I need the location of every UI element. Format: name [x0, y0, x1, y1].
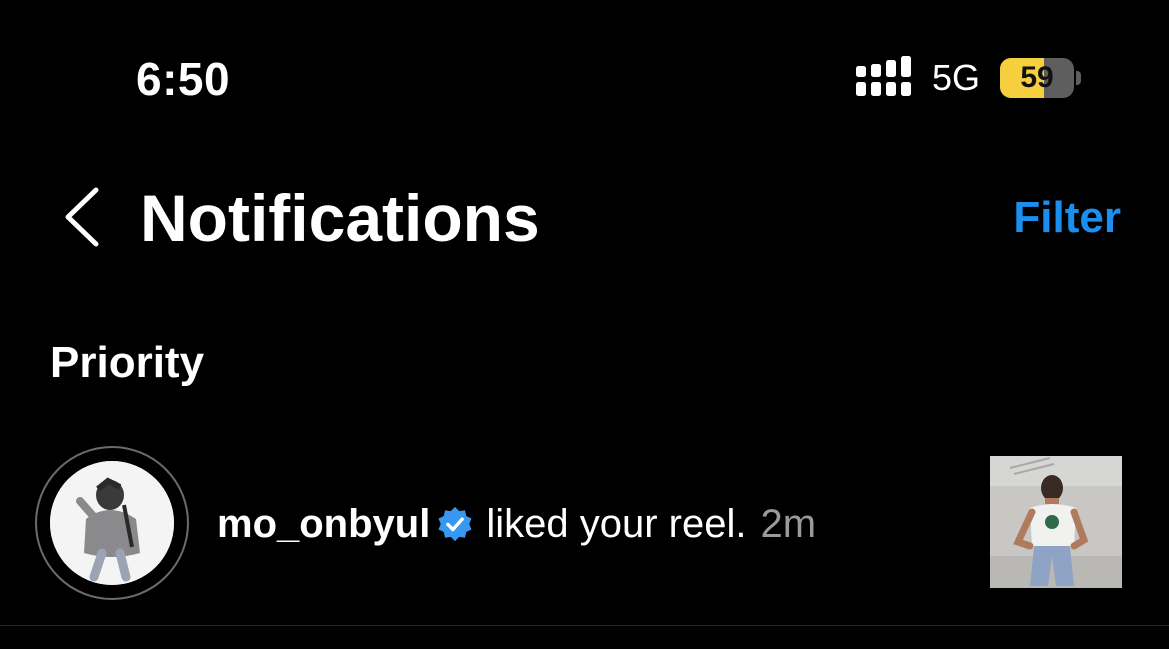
signal-strength-icon [856, 56, 911, 96]
network-type: 5G [932, 57, 981, 98]
notification-text: mo_onbyul liked your reel. 2m [217, 500, 816, 548]
divider [0, 625, 1169, 626]
chevron-left-icon [65, 187, 99, 247]
status-time: 6:50 [136, 53, 231, 105]
section-title-priority: Priority [50, 338, 205, 387]
status-indicators: 5G 59 [856, 56, 1082, 100]
reel-thumbnail[interactable] [990, 456, 1122, 588]
notification-time: 2m [760, 502, 817, 546]
status-bar: 6:50 5G 59 [0, 0, 1169, 150]
verified-badge-icon [438, 506, 472, 542]
notification-username[interactable]: mo_onbyul [217, 500, 430, 548]
back-button[interactable] [58, 184, 108, 250]
notification-action: liked your reel. [486, 502, 747, 546]
avatar-story-ring[interactable] [35, 446, 189, 600]
battery-level: 59 [1020, 61, 1054, 94]
nav-header: Notifications Filter [0, 170, 1169, 270]
notification-item[interactable]: mo_onbyul liked your reel. 2m [0, 440, 1169, 610]
page-title: Notifications [140, 181, 540, 255]
battery-icon: 59 [1000, 58, 1082, 98]
filter-button[interactable]: Filter [1013, 190, 1121, 246]
avatar [50, 461, 174, 585]
